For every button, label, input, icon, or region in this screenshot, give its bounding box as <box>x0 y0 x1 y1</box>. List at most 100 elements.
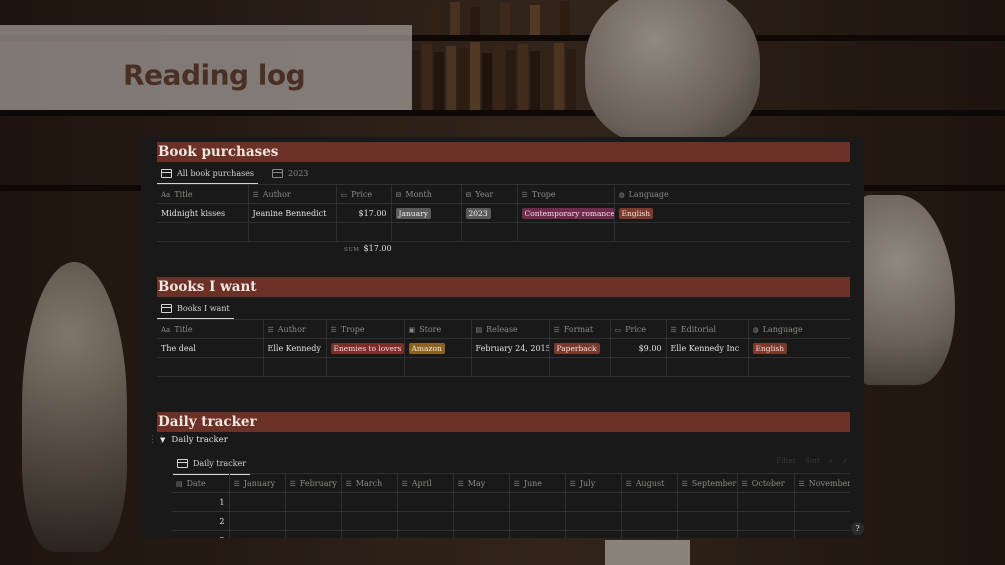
cell-language[interactable]: English <box>614 203 850 223</box>
toggle-daily-tracker[interactable]: ▼ Daily tracker <box>160 435 228 445</box>
column-header[interactable]: Aa Title <box>157 319 264 339</box>
expand-icon[interactable]: ⤢ <box>842 457 848 466</box>
tab-label: 2023 <box>288 168 309 178</box>
column-header[interactable]: ☰ April <box>397 473 454 493</box>
text-lines-icon: ☰ <box>798 479 805 488</box>
column-header[interactable]: ☰ August <box>621 473 678 493</box>
column-header[interactable]: ☰ November <box>794 473 850 493</box>
cell-release[interactable]: February 24, 2015 <box>471 338 550 358</box>
table-row[interactable]: 3 <box>172 530 850 538</box>
column-header[interactable]: ▭ Price <box>336 184 392 204</box>
multi-select-icon: ☰ <box>330 325 337 334</box>
caret-down-icon: ▼ <box>160 436 166 444</box>
column-header[interactable]: ☰ July <box>565 473 622 493</box>
section-header-daily-tracker: Daily tracker <box>157 412 850 432</box>
cell-author[interactable]: Jeanine Bennedict <box>248 203 337 223</box>
table-row-empty[interactable] <box>157 357 850 377</box>
cell-date[interactable]: 2 <box>172 511 230 531</box>
number-icon: ▭ <box>340 190 348 199</box>
language-tag: English <box>752 342 788 354</box>
cell-year[interactable]: 2023 <box>461 203 518 223</box>
text-lines-icon: ☰ <box>401 479 408 488</box>
table-row-empty[interactable] <box>157 222 850 242</box>
column-header[interactable]: ☰ March <box>341 473 398 493</box>
table-icon <box>177 458 188 468</box>
cell-price[interactable]: $17.00 <box>336 203 392 223</box>
table-icon <box>161 303 172 313</box>
text-lines-icon: ☰ <box>681 479 688 488</box>
calendar-icon: ▤ <box>176 479 183 488</box>
table-row[interactable]: Midnight kisses Jeanine Bennedict $17.00… <box>157 203 850 223</box>
column-header[interactable]: Aa Title <box>157 184 249 204</box>
toggle-label: Daily tracker <box>171 435 228 445</box>
number-icon: ▭ <box>614 325 622 334</box>
column-header[interactable]: ▭ Price <box>610 319 667 339</box>
daily-tracker-table: ▤ Date ☰ January ☰ February ☰ March ☰ April ☰… <box>172 473 850 538</box>
filter-button[interactable]: Filter <box>776 457 796 466</box>
year-tag: 2023 <box>465 207 491 219</box>
column-header[interactable]: ⊟ Year <box>461 184 518 204</box>
select-icon: ⊟ <box>395 190 402 199</box>
multi-select-icon: ☰ <box>521 190 528 199</box>
tab-daily-tracker[interactable]: Daily tracker <box>173 453 251 475</box>
column-header[interactable]: ☰ Trope <box>517 184 615 204</box>
table-row[interactable]: The deal Elle Kennedy Enemies to lovers … <box>157 338 850 358</box>
table-header-row: Aa Title ☰ Author ☰ Trope ▣ Store ▤ Release ☰… <box>157 319 850 339</box>
sum-footer[interactable]: SUM $17.00 <box>344 244 392 253</box>
trope-tag: Enemies to lovers <box>330 342 403 354</box>
text-lines-icon: ☰ <box>625 479 632 488</box>
column-header[interactable]: ☰ February <box>285 473 342 493</box>
column-header[interactable]: ◍ Language <box>614 184 850 204</box>
cell-date[interactable]: 1 <box>172 492 230 512</box>
table-icon <box>161 168 172 178</box>
column-header[interactable]: ☰ Trope <box>326 319 405 339</box>
globe-icon: ◍ <box>618 190 625 199</box>
column-header[interactable]: ☰ October <box>737 473 795 493</box>
select-icon: ⊟ <box>465 190 472 199</box>
column-header[interactable]: ☰ September <box>677 473 738 493</box>
text-lines-icon: ☰ <box>345 479 352 488</box>
tab-label: Books I want <box>177 303 230 313</box>
tab-books-i-want[interactable]: Books I want <box>157 298 234 320</box>
column-header[interactable]: ☰ Editorial <box>666 319 749 339</box>
cell-language[interactable]: English <box>748 338 850 358</box>
help-icon[interactable]: ? <box>851 522 864 535</box>
cell-title[interactable]: The deal <box>157 338 264 358</box>
view-tabs-daily-tracker: Daily tracker <box>173 453 251 475</box>
cell-date[interactable]: 3 <box>172 530 230 538</box>
column-header[interactable]: ▤ Date <box>172 473 230 493</box>
sort-button[interactable]: Sort <box>805 457 820 466</box>
books-i-want-table: Aa Title ☰ Author ☰ Trope ▣ Store ▤ Release ☰… <box>157 319 850 377</box>
column-header[interactable]: ☰ Author <box>248 184 337 204</box>
cell-editorial[interactable]: Elle Kennedy Inc <box>666 338 749 358</box>
view-tabs-book-purchases: All book purchases 2023 <box>157 163 312 185</box>
column-header[interactable]: ◍ Language <box>748 319 850 339</box>
cell-author[interactable]: Elle Kennedy <box>263 338 327 358</box>
column-header[interactable]: ⊟ Month <box>391 184 462 204</box>
table-row[interactable]: 1 <box>172 492 850 512</box>
text-lines-icon: ☰ <box>569 479 576 488</box>
text-lines-icon: ☰ <box>670 325 677 334</box>
section-header-book-purchases: Book purchases <box>157 142 850 162</box>
tab-2023[interactable]: 2023 <box>268 163 312 183</box>
page-title: Reading log <box>123 58 306 92</box>
column-header[interactable]: ▤ Release <box>471 319 550 339</box>
search-icon[interactable]: ⌕ <box>829 457 833 466</box>
cell-title[interactable]: Midnight kisses <box>157 203 249 223</box>
cell-store[interactable]: Amazon <box>404 338 472 358</box>
column-header[interactable]: ☰ May <box>453 473 510 493</box>
tab-all-book-purchases[interactable]: All book purchases <box>157 163 259 185</box>
column-header[interactable]: ☰ June <box>509 473 566 493</box>
cell-price[interactable]: $9.00 <box>610 338 667 358</box>
tab-label: Daily tracker <box>193 458 247 468</box>
column-header[interactable]: ☰ Format <box>549 319 611 339</box>
cell-month[interactable]: January <box>391 203 462 223</box>
cell-trope[interactable]: Contemporary romance <box>517 203 615 223</box>
cell-trope[interactable]: Enemies to lovers <box>326 338 405 358</box>
column-header[interactable]: ☰ Author <box>263 319 327 339</box>
cell-format[interactable]: Paperback <box>549 338 611 358</box>
format-tag: Paperback <box>553 342 600 354</box>
table-row[interactable]: 2 <box>172 511 850 531</box>
column-header[interactable]: ☰ January <box>229 473 286 493</box>
column-header[interactable]: ▣ Store <box>404 319 472 339</box>
